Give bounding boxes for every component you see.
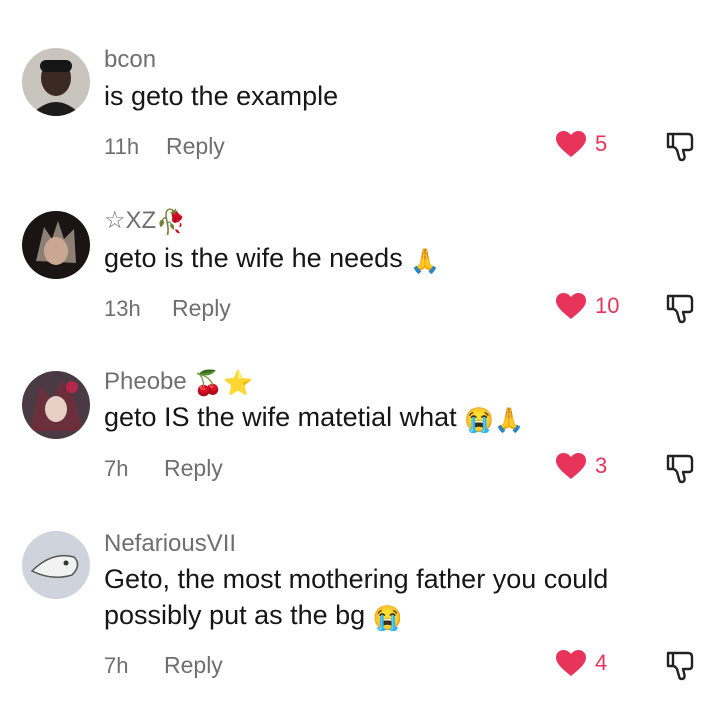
dislike-icon[interactable] <box>664 292 696 324</box>
dislike-icon[interactable] <box>664 130 696 162</box>
avatar[interactable] <box>22 531 90 599</box>
like-button[interactable]: 3 <box>555 452 607 480</box>
avatar-dark-person-icon <box>22 48 90 116</box>
avatar[interactable] <box>22 211 90 279</box>
like-button[interactable]: 10 <box>555 292 619 320</box>
comment-timestamp: 11h <box>104 134 140 159</box>
avatar-anime-icon <box>22 211 90 279</box>
avatar[interactable] <box>22 48 90 116</box>
comment-username[interactable]: ☆XZ🥀 <box>104 206 186 237</box>
username-text: ☆XZ <box>104 207 157 234</box>
like-count: 5 <box>595 131 608 156</box>
reply-button[interactable]: Reply <box>172 295 231 322</box>
comment-text-body: Geto, the most mothering father you coul… <box>104 564 609 630</box>
heart-icon <box>556 293 586 319</box>
comment-username[interactable]: Pheobe 🍒⭐ <box>104 368 253 398</box>
comment-emoji: 😭 <box>372 605 403 632</box>
comment-text: geto is the wife he needs 🙏 <box>104 240 694 280</box>
dislike-icon[interactable] <box>664 452 696 484</box>
like-button[interactable]: 5 <box>555 130 607 158</box>
reply-button[interactable]: Reply <box>164 455 223 482</box>
comment-text: is geto the example <box>104 81 339 111</box>
dislike-icon[interactable] <box>664 649 696 681</box>
like-count: 3 <box>595 453 608 478</box>
heart-icon <box>556 453 586 479</box>
username-emoji: 🍒⭐ <box>193 370 254 397</box>
comment-username[interactable]: bcon <box>104 46 156 74</box>
comment-text: geto IS the wife matetial what 😭🙏 <box>104 399 694 439</box>
like-button[interactable]: 4 <box>555 649 607 677</box>
username-text: Pheobe <box>104 368 187 395</box>
reply-button[interactable]: Reply <box>164 652 223 679</box>
reply-button[interactable]: Reply <box>166 133 225 160</box>
comment-text-body: geto IS the wife matetial what <box>104 402 457 432</box>
comment-text-body: geto is the wife he needs <box>104 243 403 273</box>
heart-icon <box>556 131 586 157</box>
comment-timestamp: 7h <box>104 456 129 481</box>
comment-emoji: 🙏 <box>410 248 441 275</box>
comment-text: Geto, the most mothering father you coul… <box>104 561 694 637</box>
comment-timestamp: 7h <box>104 653 129 678</box>
comment-timestamp: 13h <box>104 296 141 321</box>
username-emoji: 🥀 <box>156 209 187 236</box>
like-count: 4 <box>595 650 608 675</box>
heart-icon <box>556 650 586 676</box>
like-count: 10 <box>595 293 620 318</box>
comment-username[interactable]: NefariousVII <box>104 530 236 558</box>
avatar-anime-icon <box>22 371 90 439</box>
comment-emoji: 😭🙏 <box>464 407 524 434</box>
avatar-sketch-icon <box>22 531 90 599</box>
avatar[interactable] <box>22 371 90 439</box>
